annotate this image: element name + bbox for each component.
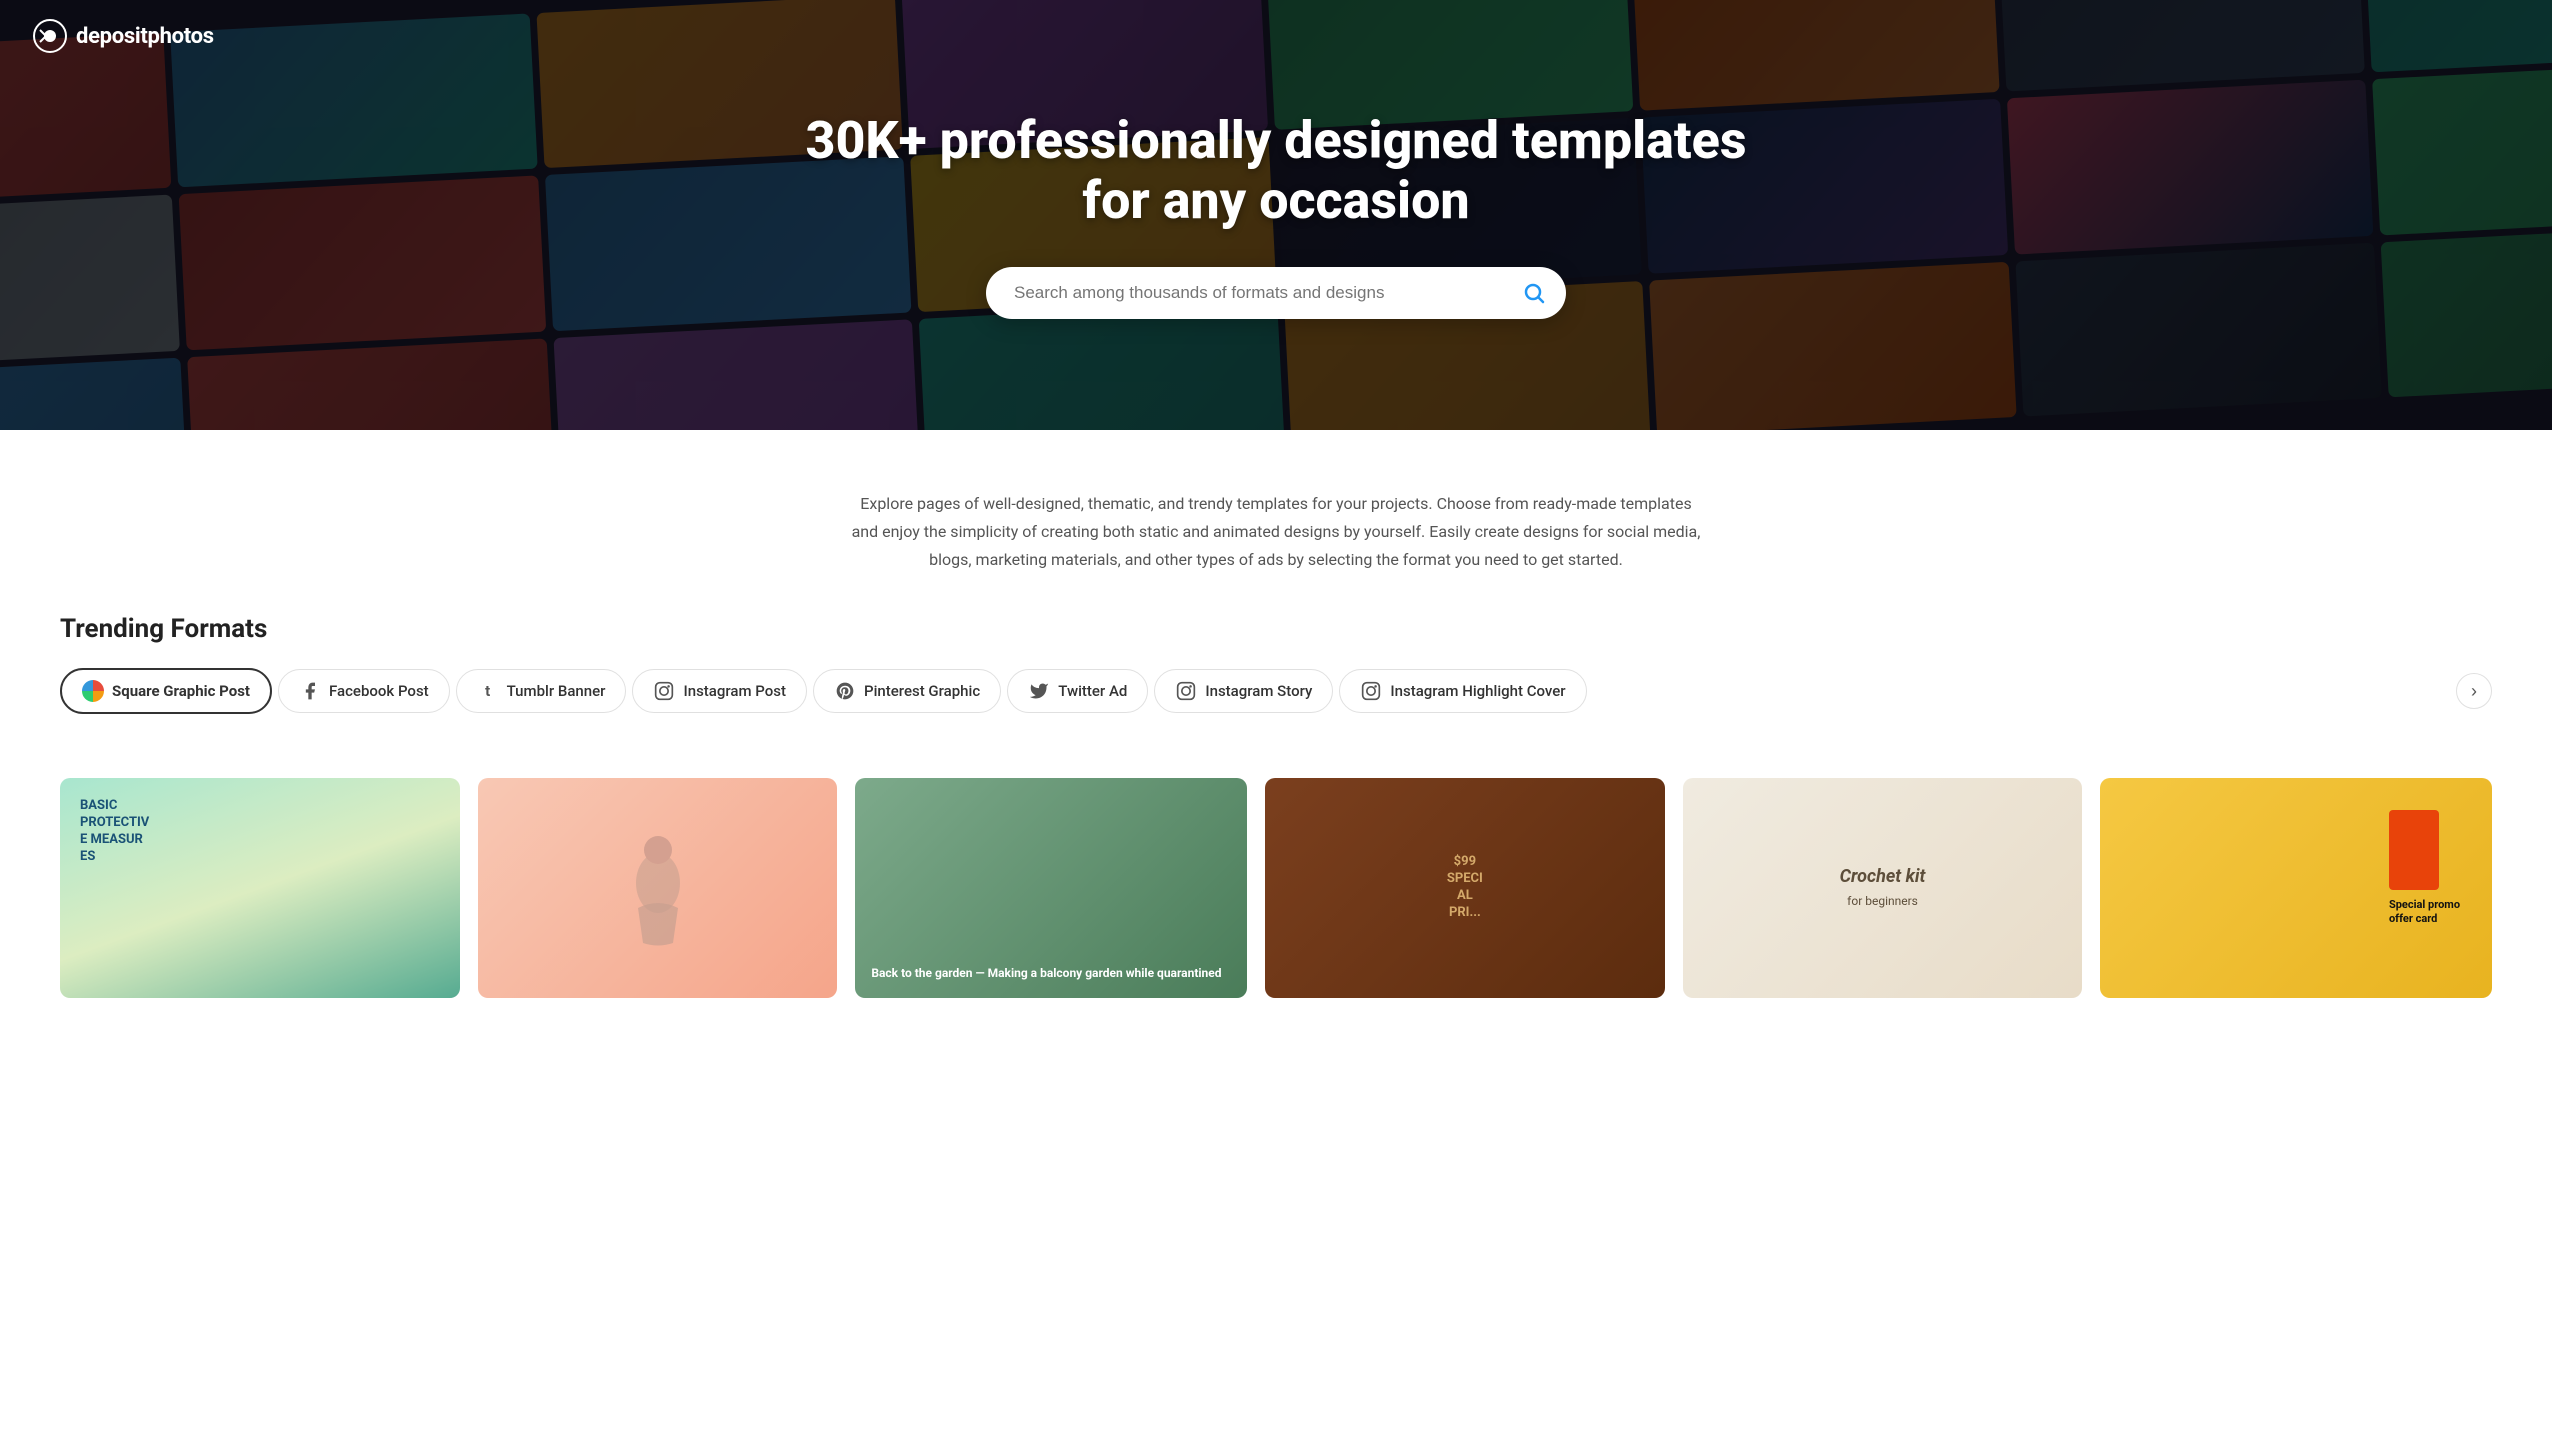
template-card[interactable]: Special promooffer card	[2100, 778, 2492, 998]
logo[interactable]: depositphotos	[32, 18, 214, 54]
tab-instagram-post[interactable]: Instagram Post	[632, 669, 807, 713]
tab-pinterest-graphic[interactable]: Pinterest Graphic	[813, 669, 1001, 713]
trending-section: Trending Formats Square Graphic Post Fac…	[0, 614, 2552, 754]
card-visual: Special promooffer card	[2373, 794, 2476, 982]
chevron-right-icon: ›	[2471, 681, 2477, 702]
card-label: Special promooffer card	[2389, 898, 2460, 927]
tab-label: Instagram Story	[1205, 682, 1312, 700]
header: depositphotos	[0, 0, 246, 72]
hero-section: 30K+ professionally designed templates f…	[0, 0, 2552, 430]
tab-instagram-highlight-cover[interactable]: Instagram Highlight Cover	[1339, 669, 1586, 713]
tab-label: Instagram Post	[683, 682, 786, 700]
search-bar	[986, 267, 1566, 319]
tab-tumblr-banner[interactable]: t Tumblr Banner	[456, 669, 627, 713]
tab-label: Pinterest Graphic	[864, 682, 980, 700]
card-label: $99SPECIALPRI...	[1447, 854, 1483, 922]
twitter-icon	[1028, 680, 1050, 702]
logo-icon	[32, 18, 68, 54]
format-tabs: Square Graphic Post Facebook Post t Tumb…	[60, 668, 2492, 714]
card-visual	[478, 778, 838, 998]
template-card[interactable]	[478, 778, 838, 998]
tab-twitter-ad[interactable]: Twitter Ad	[1007, 669, 1148, 713]
template-cards-row: BASICPROTECTIVE MEASURES Back to the gar…	[0, 754, 2552, 998]
tab-facebook-post[interactable]: Facebook Post	[278, 669, 450, 713]
logo-text: depositphotos	[76, 24, 214, 49]
instagram-icon	[653, 680, 675, 702]
description-text: Explore pages of well-designed, thematic…	[846, 490, 1706, 574]
tab-label: Facebook Post	[329, 682, 429, 700]
trending-title: Trending Formats	[60, 614, 2492, 644]
card-label: Crochet kitfor beginners	[1840, 865, 1926, 912]
template-card[interactable]: $99SPECIALPRI...	[1265, 778, 1665, 998]
instagram-story-icon	[1175, 680, 1197, 702]
description-section: Explore pages of well-designed, thematic…	[826, 430, 1726, 614]
tab-label: Tumblr Banner	[507, 682, 606, 700]
template-card[interactable]: BASICPROTECTIVE MEASURES	[60, 778, 460, 998]
template-card[interactable]: Crochet kitfor beginners	[1683, 778, 2083, 998]
card-label: Back to the garden — Making a balcony ga…	[871, 966, 1221, 982]
search-button[interactable]	[1522, 281, 1546, 305]
search-input[interactable]	[1014, 283, 1522, 303]
hero-title: 30K+ professionally designed templates f…	[20, 111, 2532, 231]
tab-label: Square Graphic Post	[112, 682, 250, 700]
template-card[interactable]: Back to the garden — Making a balcony ga…	[855, 778, 1247, 998]
search-icon	[1522, 281, 1546, 305]
square-post-icon	[82, 680, 104, 702]
tab-label: Instagram Highlight Cover	[1390, 682, 1565, 700]
tab-square-graphic-post[interactable]: Square Graphic Post	[60, 668, 272, 714]
facebook-icon	[299, 680, 321, 702]
tab-label: Twitter Ad	[1058, 682, 1127, 700]
pinterest-icon	[834, 680, 856, 702]
nav-next-button[interactable]: ›	[2456, 673, 2492, 709]
tumblr-icon: t	[477, 680, 499, 702]
hero-content: 30K+ professionally designed templates f…	[0, 111, 2552, 319]
card-label: BASICPROTECTIVE MEASURES	[80, 798, 440, 866]
tab-instagram-story[interactable]: Instagram Story	[1154, 669, 1333, 713]
instagram-highlight-icon	[1360, 680, 1382, 702]
